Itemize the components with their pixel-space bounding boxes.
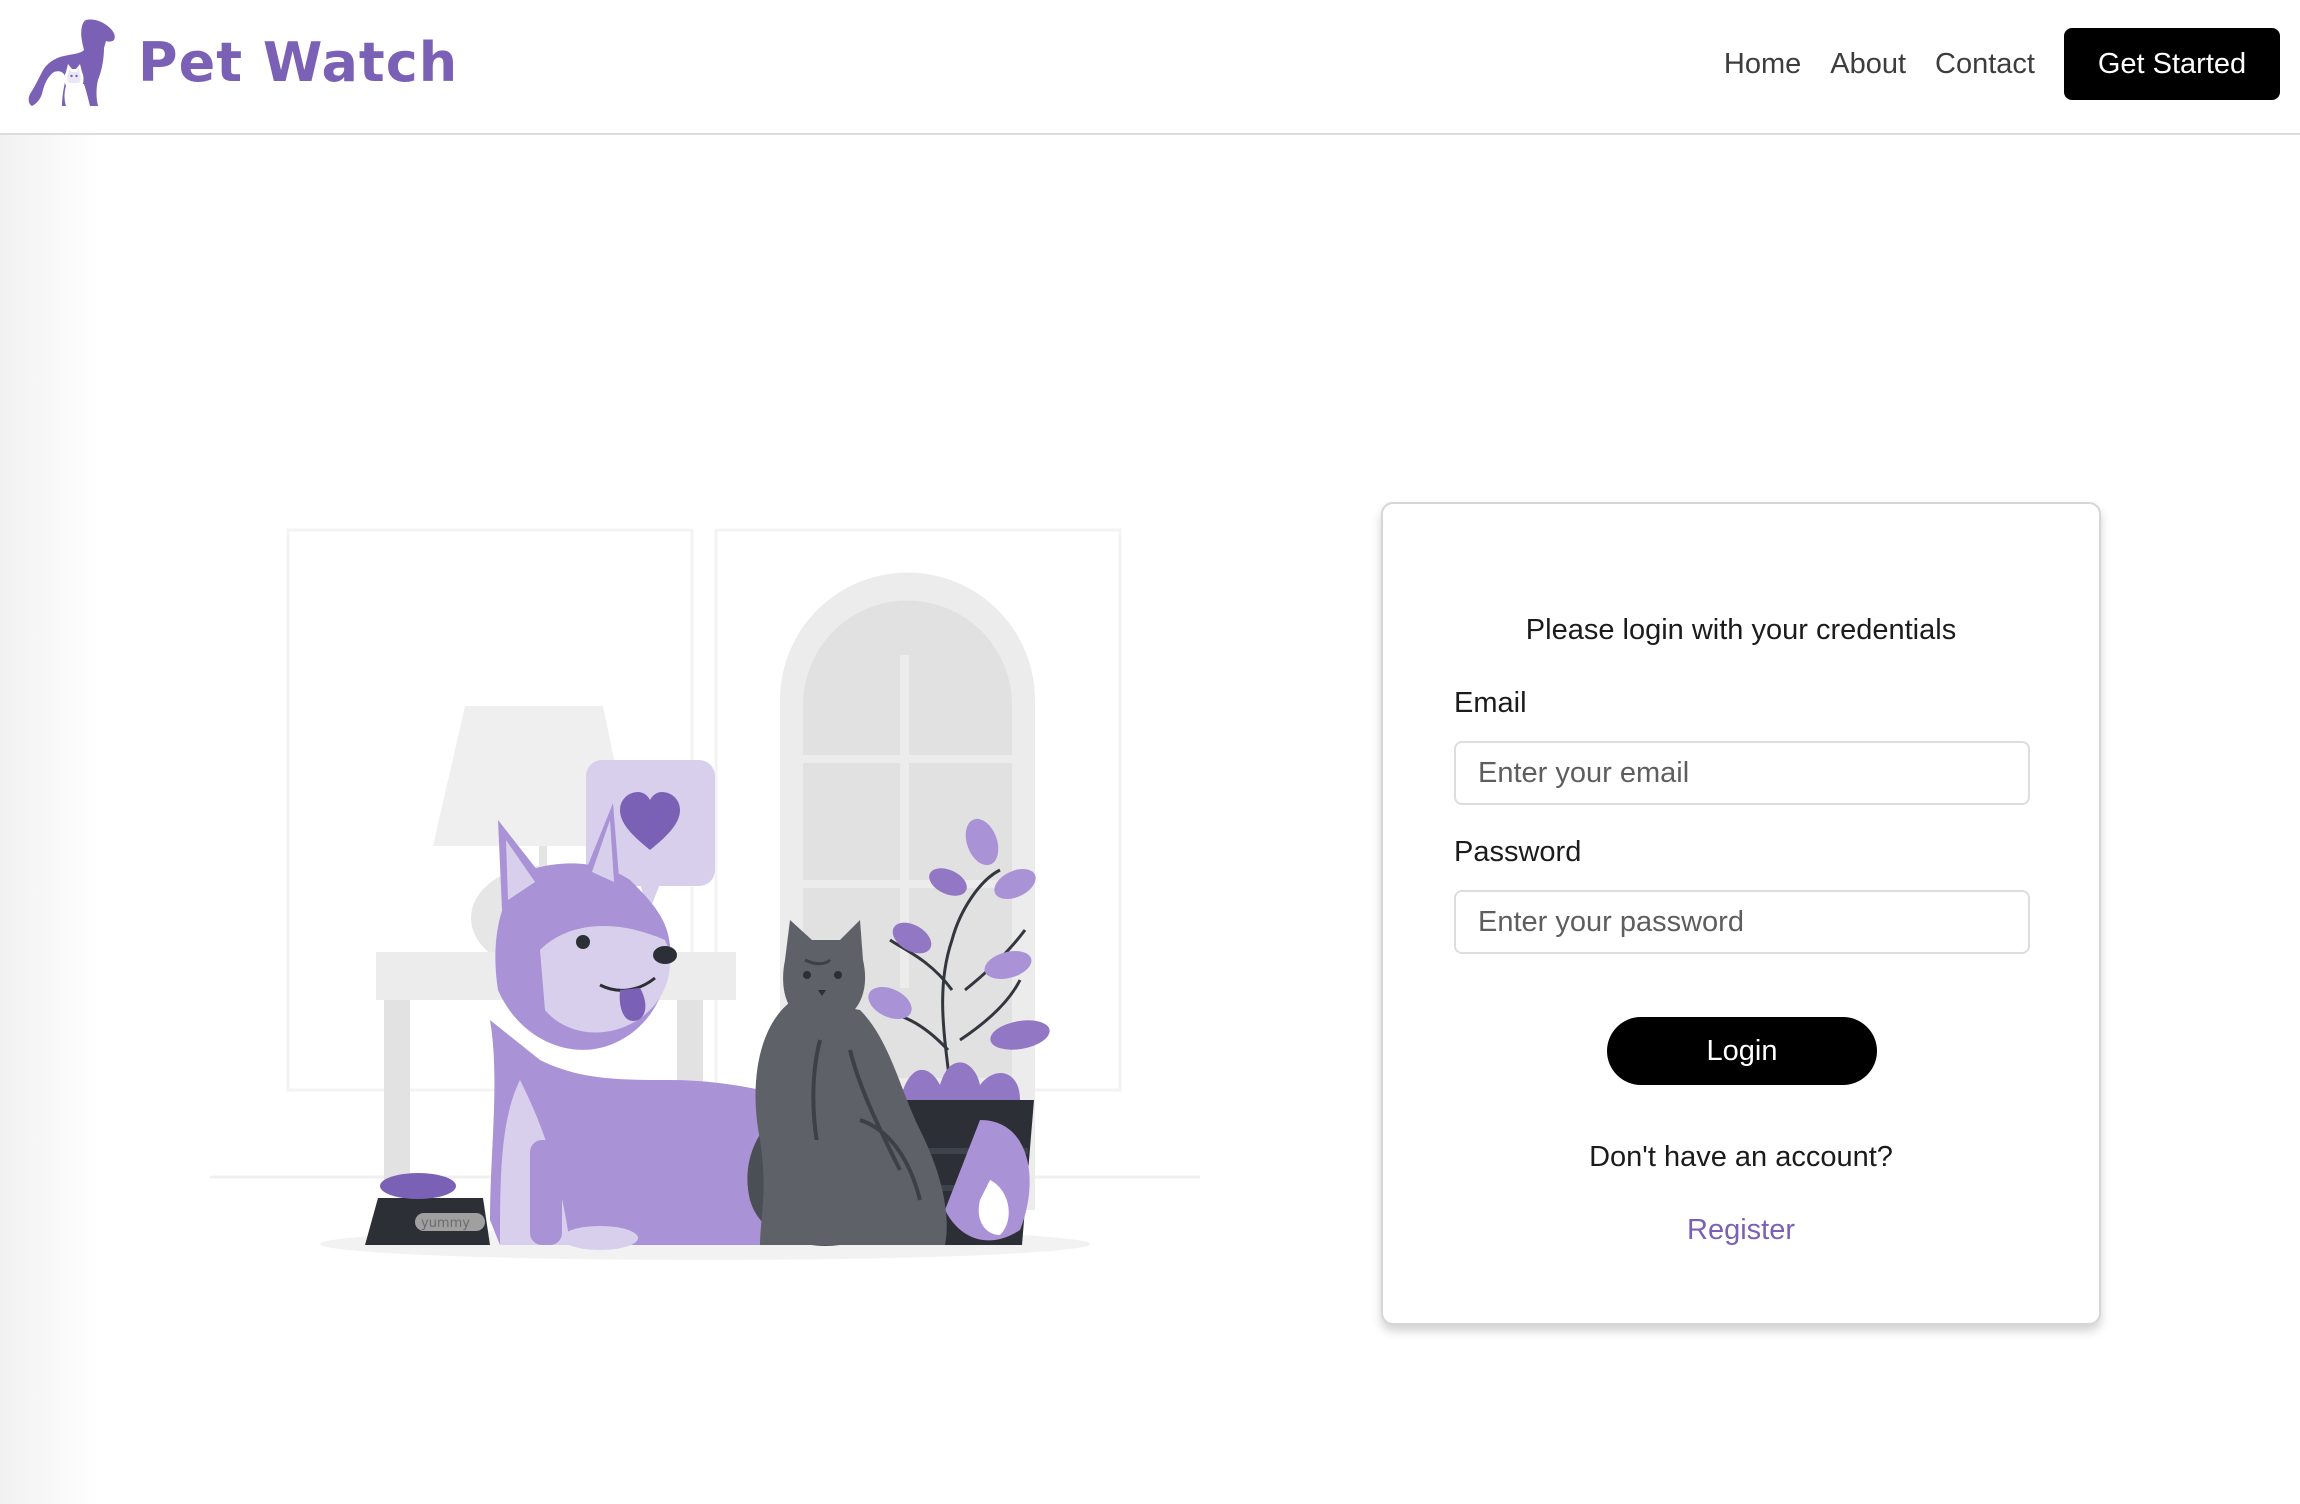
email-input[interactable] bbox=[1454, 741, 2030, 805]
dog-and-cat-silhouette-icon bbox=[28, 19, 115, 107]
password-label: Password bbox=[1454, 836, 1582, 868]
bowl-label: yummy bbox=[421, 1216, 470, 1231]
nav-link-contact[interactable]: Contact bbox=[1935, 48, 2035, 81]
password-input[interactable] bbox=[1454, 890, 2030, 954]
login-card: Please login with your credentials Email… bbox=[1381, 502, 2101, 1325]
login-button[interactable]: Login bbox=[1607, 1017, 1877, 1085]
food-bowl: yummy bbox=[365, 1173, 490, 1245]
login-subtitle: Please login with your credentials bbox=[1525, 614, 1957, 646]
nav-link-home[interactable]: Home bbox=[1724, 48, 1801, 81]
top-navbar: Pet Watch Home About Contact Get Started bbox=[0, 0, 2300, 135]
page: Pet Watch Home About Contact Get Started bbox=[0, 0, 2300, 1504]
email-label: Email bbox=[1454, 687, 1527, 719]
register-link[interactable]: Register bbox=[1383, 1214, 2099, 1247]
no-account-text: Don't have an account? bbox=[1589, 1141, 1893, 1173]
main-nav: Home About Contact Get Started bbox=[1724, 28, 2280, 100]
get-started-button[interactable]: Get Started bbox=[2064, 28, 2280, 100]
nav-link-about[interactable]: About bbox=[1830, 48, 1906, 81]
pets-illustration: yummy bbox=[210, 528, 1200, 1260]
brand-home-link[interactable]: Pet Watch bbox=[24, 14, 458, 110]
brand-name: Pet Watch bbox=[138, 30, 459, 94]
